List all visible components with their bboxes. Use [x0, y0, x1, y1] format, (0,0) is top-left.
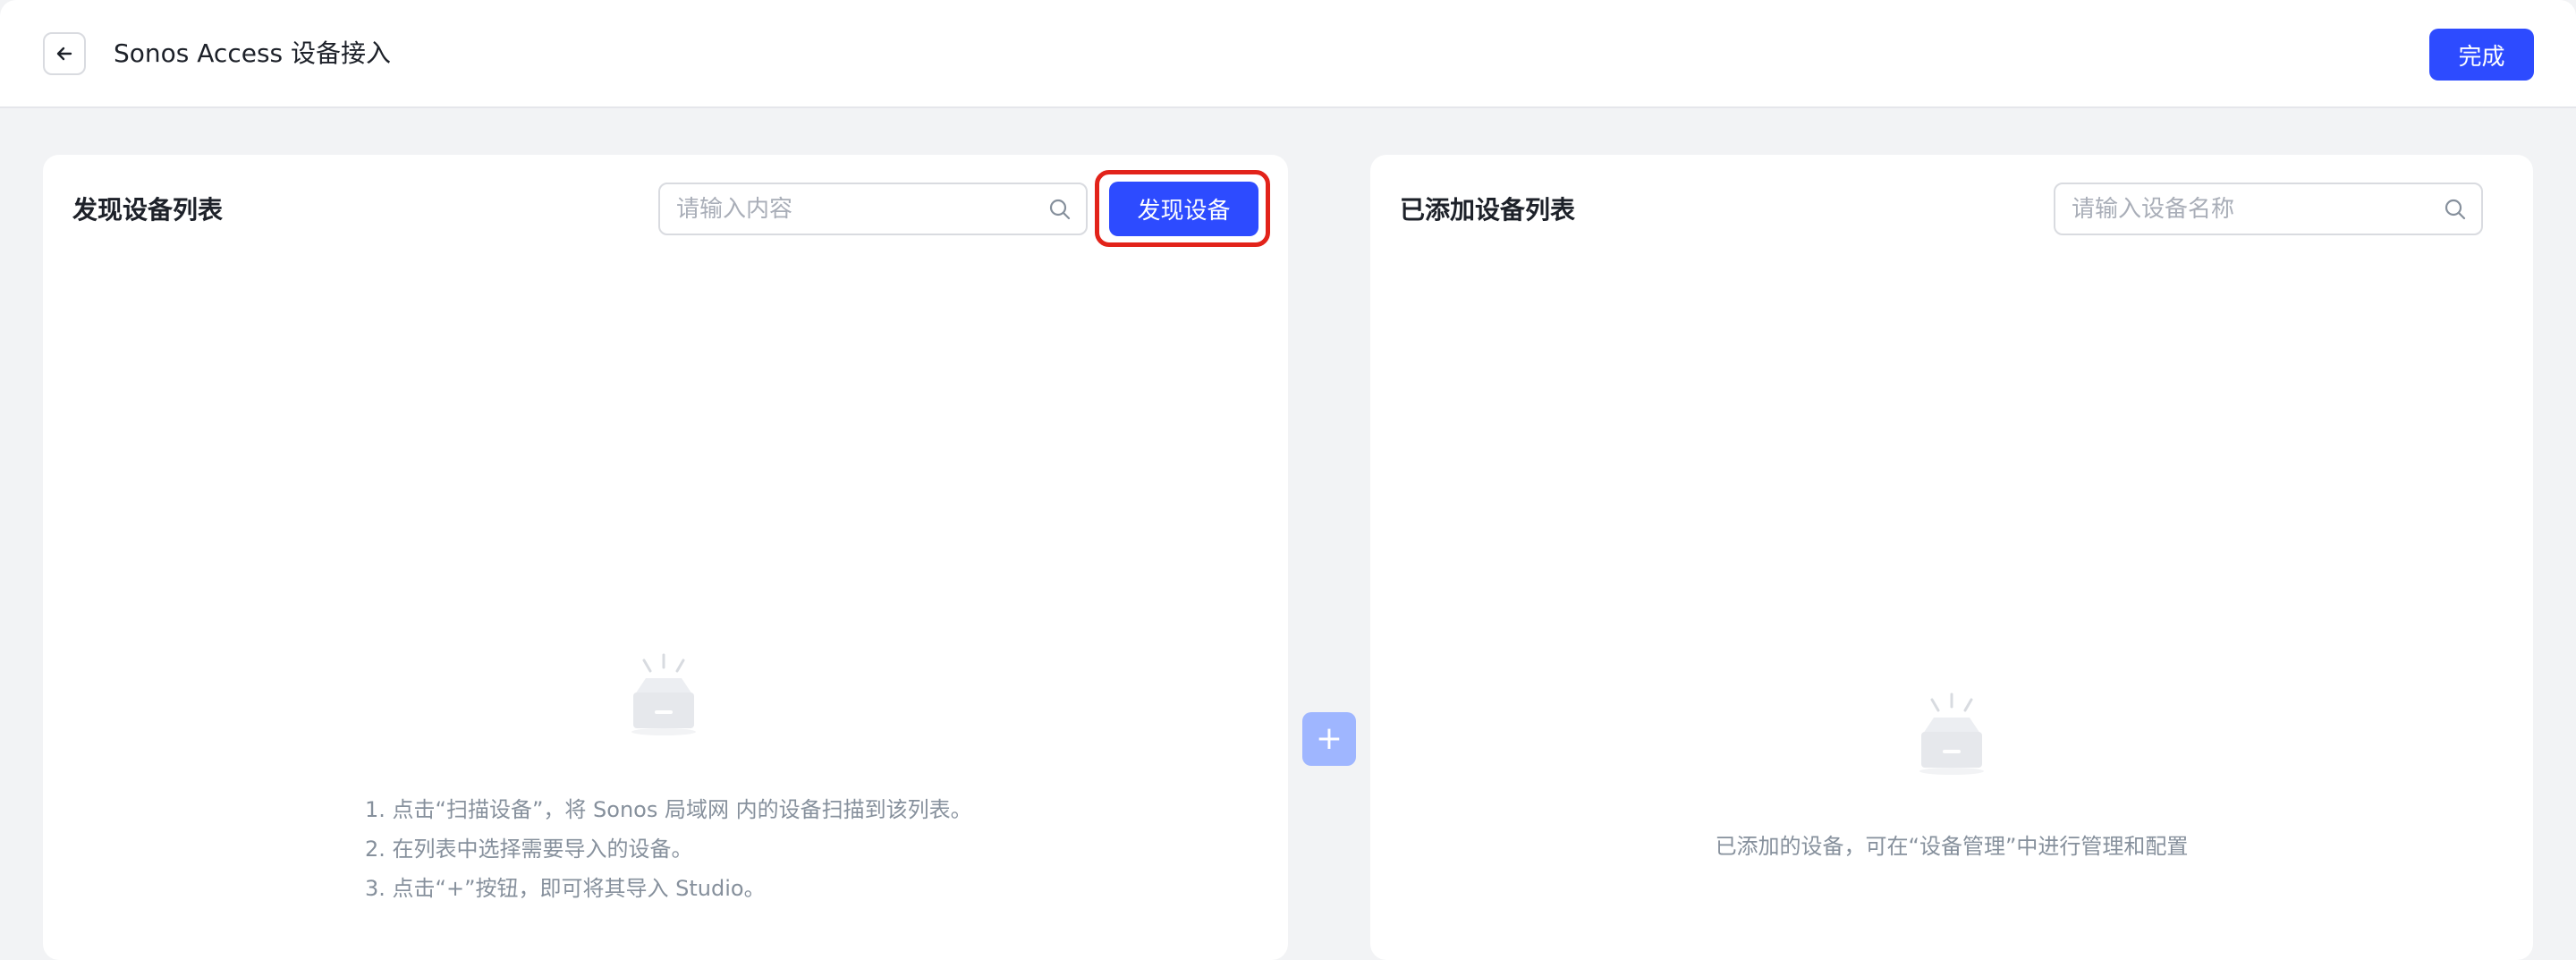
empty-box-icon — [631, 653, 696, 735]
add-to-list-button[interactable]: + — [1302, 712, 1356, 766]
added-devices-panel: 已添加设备列表 已添加的设备，可在“设备管理”中进行管理和配置 — [1370, 155, 2533, 960]
discovered-search-box[interactable] — [658, 183, 1088, 235]
discover-devices-button[interactable]: 发现设备 — [1109, 182, 1258, 236]
top-bar: Sonos Access 设备接入 完成 — [0, 0, 2576, 108]
added-empty-message: 已添加的设备，可在“设备管理”中进行管理和配置 — [1715, 834, 2189, 859]
search-icon[interactable] — [2444, 198, 2467, 221]
instruction-step-1: 1. 点击“扫描设备”，将 Sonos 局域网 内的设备扫描到该列表。 — [365, 797, 972, 822]
page-title: Sonos Access 设备接入 — [114, 38, 392, 68]
search-icon[interactable] — [1048, 198, 1072, 221]
discovered-devices-title: 发现设备列表 — [72, 195, 224, 225]
instruction-step-2: 2. 在列表中选择需要导入的设备。 — [365, 837, 693, 862]
arrow-left-icon — [56, 47, 72, 61]
empty-box-icon — [1919, 692, 1984, 775]
added-search-input[interactable] — [2072, 184, 2429, 234]
added-devices-title: 已添加设备列表 — [1400, 195, 1576, 225]
discover-instructions: 1. 点击“扫描设备”，将 Sonos 局域网 内的设备扫描到该列表。 2. 在… — [365, 790, 972, 908]
added-search-box[interactable] — [2054, 183, 2483, 235]
discovered-search-input[interactable] — [676, 184, 1034, 234]
done-button[interactable]: 完成 — [2429, 29, 2534, 81]
instruction-step-3: 3. 点击“+”按钮，即可将其导入 Studio。 — [365, 876, 766, 901]
discovered-devices-panel: 发现设备列表 发现设备 1. 点击“扫描设备”，将 Sonos 局域网 内的设备… — [43, 155, 1288, 960]
back-button[interactable] — [43, 32, 86, 75]
